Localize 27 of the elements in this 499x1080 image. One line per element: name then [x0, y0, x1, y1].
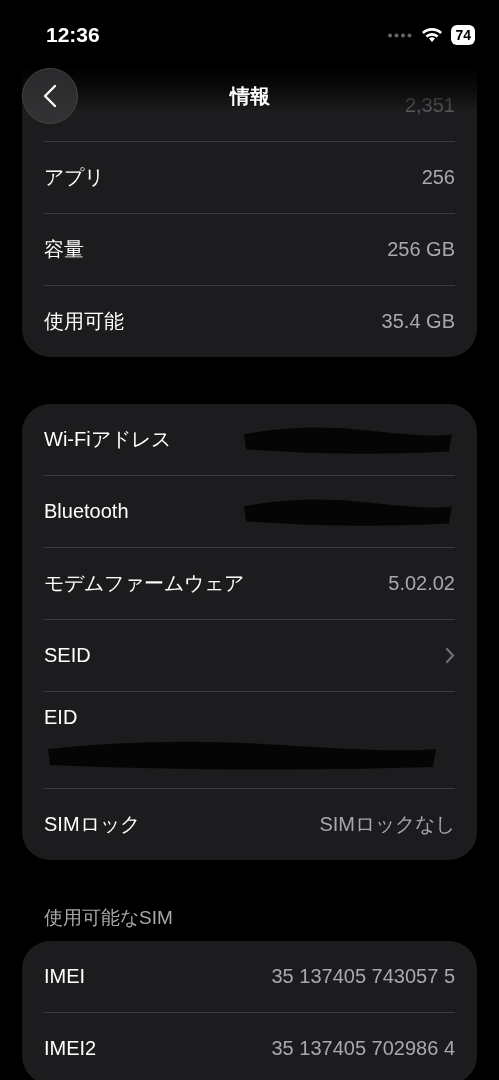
row-value: 35 137405 702986 4: [271, 1037, 455, 1060]
row-value: 256 GB: [387, 238, 455, 261]
row-label: IMEI2: [44, 1037, 97, 1060]
row-label: Wi-Fiアドレス: [44, 427, 171, 452]
status-time: 12:36: [46, 23, 100, 47]
row-value: SIMロックなし: [319, 812, 455, 837]
battery-indicator: 74: [451, 25, 475, 45]
section-header: 使用可能なSIM: [43, 906, 174, 930]
row-value: 35.4 GB: [381, 310, 455, 333]
row-label: モデムファームウェア: [44, 571, 244, 596]
row-value: 2,351: [404, 94, 455, 117]
row-value: 35 137405 743057 5: [271, 965, 455, 988]
row-value: 256: [421, 166, 455, 189]
row-label: Bluetooth: [44, 500, 129, 523]
list-item[interactable]: SEID: [44, 620, 455, 692]
row-label: アプリ: [44, 165, 104, 190]
chevron-icon: [445, 647, 455, 664]
row-label: EID: [44, 705, 78, 729]
back-chevron-icon: [43, 84, 57, 108]
row-value: 5.02.02: [388, 572, 455, 595]
row-label: SIMロック: [44, 812, 140, 837]
nav-title: 情報: [229, 83, 270, 109]
signal-icon: [387, 32, 414, 38]
wifi-icon: [421, 27, 444, 43]
row-label: IMEI: [44, 965, 86, 988]
row-label: 容量: [44, 237, 84, 262]
row-label: 使用可能: [44, 309, 124, 334]
